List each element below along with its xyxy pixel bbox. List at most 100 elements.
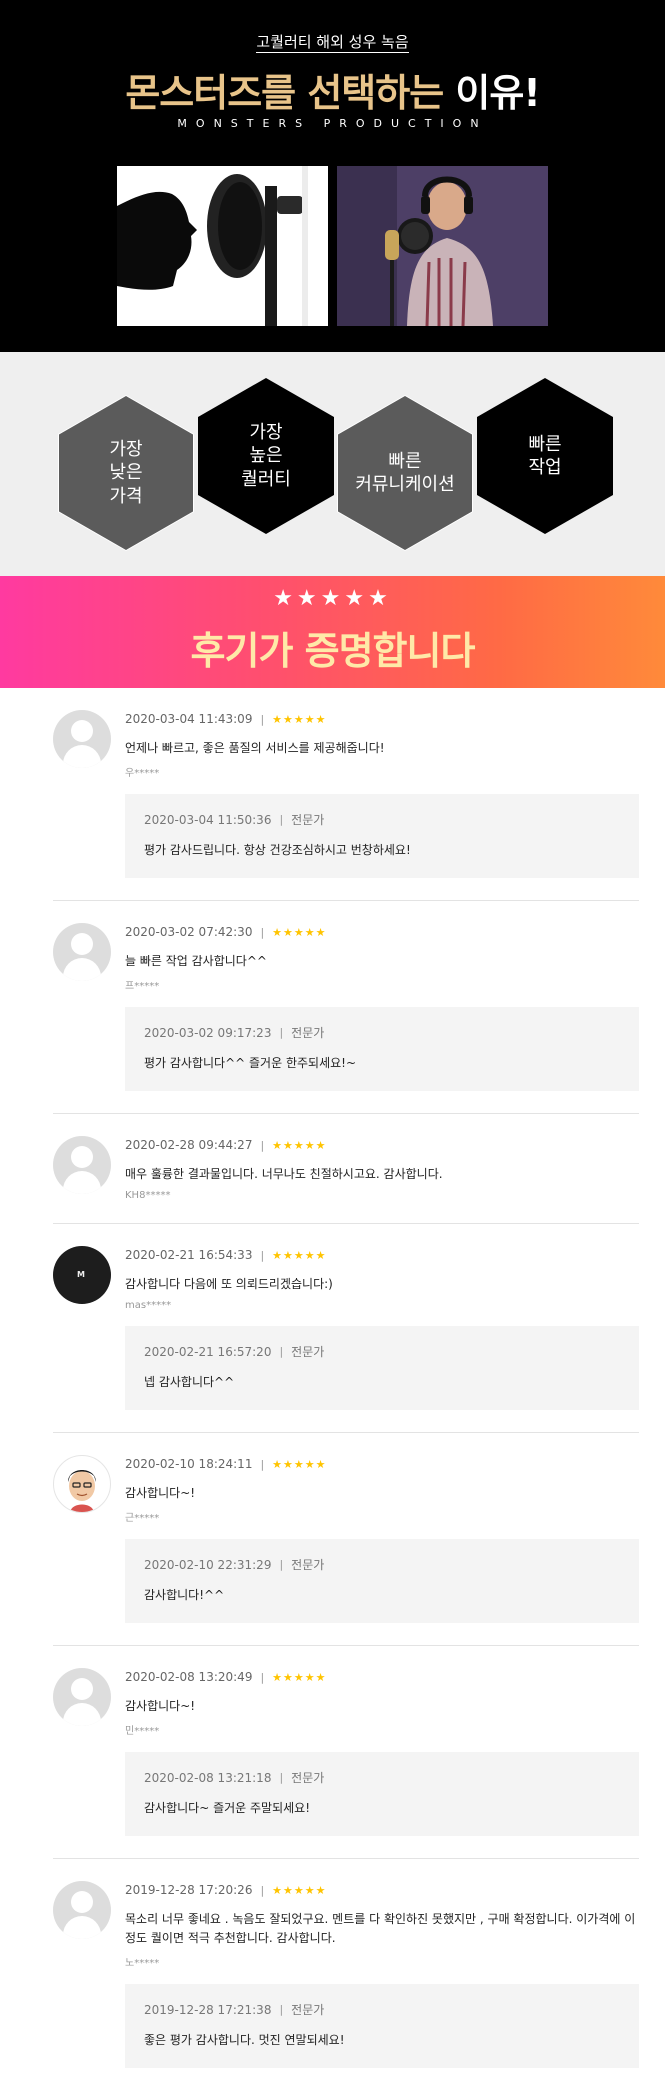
review-text: 감사합니다~! [125, 1699, 196, 1713]
review-text: 감사합니다 다음에 또 의뢰드리겠습니다:) [125, 1277, 333, 1291]
separator: | [260, 925, 265, 939]
photo-voice-actor [337, 166, 548, 326]
review-author: mas***** [125, 1300, 172, 1311]
expert-reply: 2020-03-04 11:50:36 | 전문가 평가 감사드립니다. 항상 … [125, 794, 639, 878]
separator: | [279, 2003, 284, 2016]
review-item: M 2020-02-21 16:54:33 | ★★★★★ 감사합니다 다음에 … [53, 1224, 639, 1433]
review-meta: 2020-02-10 18:24:11 | ★★★★★ [125, 1457, 639, 1471]
separator: | [260, 1248, 265, 1262]
review-item: 2020-03-02 07:42:30 | ★★★★★ 늘 빠른 작업 감사합니… [53, 901, 639, 1114]
reply-text: 감사합니다~ 즐거운 주말되세요! [144, 1801, 311, 1815]
review-date: 2020-03-02 07:42:30 [125, 925, 253, 939]
star-rating-icon: ★★★★★ [272, 1457, 327, 1471]
headline-gold-text: 몬스터즈를 선택하는 [125, 71, 444, 115]
review-date: 2020-02-21 16:54:33 [125, 1248, 253, 1262]
separator: | [260, 1457, 265, 1471]
feature-label: 가장 높은 퀄러티 [241, 421, 291, 490]
separator: | [260, 1670, 265, 1684]
reply-role: 전문가 [291, 1026, 325, 1040]
review-meta: 2020-03-04 11:43:09 | ★★★★★ [125, 712, 639, 726]
reply-meta: 2020-02-10 22:31:29 | 전문가 [144, 1556, 620, 1573]
reply-text: 감사합니다!^^ [144, 1588, 225, 1602]
review-item: 2020-03-04 11:43:09 | ★★★★★ 언제나 빠르고, 좋은 … [53, 688, 639, 901]
reply-date: 2020-02-21 16:57:20 [144, 1344, 272, 1359]
review-text: 늘 빠른 작업 감사합니다^^ [125, 954, 267, 968]
monsters-logo-icon: M [77, 1270, 85, 1279]
default-avatar [53, 1136, 111, 1194]
separator: | [279, 1558, 284, 1571]
reply-date: 2019-12-28 17:21:38 [144, 2002, 272, 2017]
review-author: 우***** [125, 768, 160, 779]
reviews-list: 2020-03-04 11:43:09 | ★★★★★ 언제나 빠르고, 좋은 … [0, 688, 665, 2090]
separator: | [279, 1345, 284, 1358]
review-author: 프***** [125, 981, 160, 992]
reply-meta: 2020-02-08 13:21:18 | 전문가 [144, 1769, 620, 1786]
review-text: 언제나 빠르고, 좋은 품질의 서비스를 제공해줍니다! [125, 741, 385, 755]
review-meta: 2020-02-28 09:44:27 | ★★★★★ [125, 1138, 639, 1152]
review-item: 2020-02-08 13:20:49 | ★★★★★ 감사합니다~! 민***… [53, 1646, 639, 1859]
review-text: 감사합니다~! [125, 1486, 196, 1500]
reply-text: 좋은 평가 감사합니다. 멋진 연말되세요! [144, 2033, 345, 2047]
cartoon-avatar [53, 1455, 111, 1513]
hero-kicker: 고퀄러티 해외 성우 녹음 [256, 33, 409, 53]
star-rating-icon: ★★★★★ [272, 1138, 327, 1152]
review-item: 2020-02-10 18:24:11 | ★★★★★ 감사합니다~! 근***… [53, 1433, 639, 1646]
feature-label: 빠른 작업 [528, 433, 562, 478]
reply-role: 전문가 [291, 1345, 325, 1359]
hero-section: 고퀄러티 해외 성우 녹음 몬스터즈를 선택하는 이유! MONSTERS PR… [0, 0, 665, 352]
headline-white-text: 이유! [455, 71, 540, 115]
feature-label: 가장 낮은 가격 [109, 438, 143, 507]
banner-title: 후기가 증명합니다 [190, 629, 476, 673]
review-meta: 2020-02-21 16:54:33 | ★★★★★ [125, 1248, 639, 1262]
reply-meta: 2020-03-04 11:50:36 | 전문가 [144, 811, 620, 828]
reply-text: 평가 감사드립니다. 항상 건강조심하시고 번창하세요! [144, 843, 411, 857]
reply-meta: 2020-02-21 16:57:20 | 전문가 [144, 1343, 620, 1360]
review-item: 2020-02-28 09:44:27 | ★★★★★ 매우 훌륭한 결과물입니… [53, 1114, 639, 1224]
review-date: 2020-03-04 11:43:09 [125, 712, 253, 726]
review-meta: 2019-12-28 17:20:26 | ★★★★★ [125, 1883, 639, 1897]
separator: | [279, 1026, 284, 1039]
default-avatar [53, 1668, 111, 1726]
star-rating-icon: ★★★★★ [272, 925, 327, 939]
reply-text: 넵 감사합니다^^ [144, 1375, 235, 1389]
review-date: 2020-02-08 13:20:49 [125, 1670, 253, 1684]
separator: | [279, 813, 284, 826]
photo-microphone-profile [117, 166, 328, 326]
feature-label: 빠른 커뮤니케이션 [355, 450, 455, 495]
default-avatar [53, 1881, 111, 1939]
review-author: 민***** [125, 1726, 160, 1737]
expert-reply: 2020-03-02 09:17:23 | 전문가 평가 감사합니다^^ 즐거운… [125, 1007, 639, 1091]
review-date: 2020-02-10 18:24:11 [125, 1457, 253, 1471]
separator: | [279, 1771, 284, 1784]
default-avatar [53, 923, 111, 981]
review-date: 2020-02-28 09:44:27 [125, 1138, 253, 1152]
review-author: 노***** [125, 1958, 160, 1969]
reply-text: 평가 감사합니다^^ 즐거운 한주되세요!~ [144, 1056, 357, 1070]
star-rating-icon: ★★★★★ [272, 1248, 327, 1262]
review-text: 목소리 너무 좋네요 . 녹음도 잘되었구요. 멘트를 다 확인하진 못했지만 … [125, 1912, 636, 1945]
expert-reply: 2020-02-08 13:21:18 | 전문가 감사합니다~ 즐거운 주말되… [125, 1752, 639, 1836]
features-section: 가장 낮은 가격 가장 높은 퀄러티 빠른 커뮤니케이션 빠른 작업 [0, 352, 665, 576]
hero-headline: 몬스터즈를 선택하는 이유! [0, 62, 665, 117]
star-rating-icon: ★★★★★ [272, 1670, 327, 1684]
reply-date: 2020-03-02 09:17:23 [144, 1025, 272, 1040]
review-author: KH8***** [125, 1190, 171, 1201]
feature-fast-communication: 빠른 커뮤니케이션 [337, 395, 473, 551]
reply-role: 전문가 [291, 1558, 325, 1572]
logo-avatar: M [53, 1246, 111, 1304]
banner-stars: ★★★★★ [273, 586, 392, 611]
reply-meta: 2019-12-28 17:21:38 | 전문가 [144, 2001, 620, 2018]
review-meta: 2020-02-08 13:20:49 | ★★★★★ [125, 1670, 639, 1684]
reply-date: 2020-03-04 11:50:36 [144, 812, 272, 827]
reply-meta: 2020-03-02 09:17:23 | 전문가 [144, 1024, 620, 1041]
expert-reply: 2020-02-10 22:31:29 | 전문가 감사합니다!^^ [125, 1539, 639, 1623]
star-rating-icon: ★★★★★ [272, 1883, 327, 1897]
reply-role: 전문가 [291, 2003, 325, 2017]
separator: | [260, 712, 265, 726]
review-date: 2019-12-28 17:20:26 [125, 1883, 253, 1897]
reply-date: 2020-02-08 13:21:18 [144, 1770, 272, 1785]
separator: | [260, 1883, 265, 1897]
separator: | [260, 1138, 265, 1152]
review-meta: 2020-03-02 07:42:30 | ★★★★★ [125, 925, 639, 939]
feature-highest-quality: 가장 높은 퀄러티 [198, 378, 334, 534]
